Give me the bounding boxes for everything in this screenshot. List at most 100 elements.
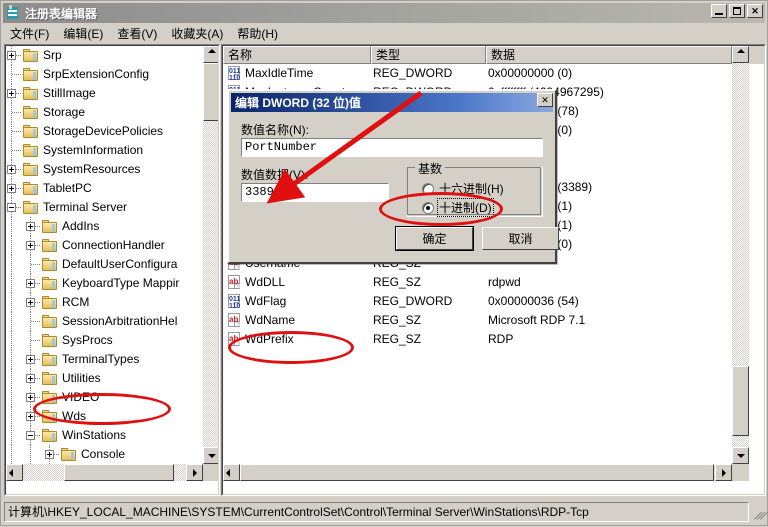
expand-icon[interactable] bbox=[26, 412, 35, 421]
value-type-cell: REG_DWORD bbox=[373, 294, 453, 308]
collapse-icon[interactable] bbox=[26, 431, 35, 440]
collapse-icon[interactable] bbox=[7, 203, 16, 212]
values-vscroll-thumb[interactable] bbox=[732, 366, 749, 436]
dialog-title: 编辑 DWORD (32 位)值 bbox=[235, 96, 362, 110]
tree-item-keyboardtype-mappir[interactable]: KeyboardType Mappir bbox=[6, 274, 203, 293]
table-row[interactable]: ab WdName REG_SZ Microsoft RDP 7.1 bbox=[223, 311, 732, 330]
tree-scroll-left-button[interactable] bbox=[6, 464, 23, 481]
values-hscroll-thumb[interactable] bbox=[240, 464, 714, 481]
column-header-data[interactable]: 数据 bbox=[486, 46, 732, 64]
value-data-input[interactable]: 3389 bbox=[241, 183, 389, 202]
value-name-input[interactable]: PortNumber bbox=[241, 138, 543, 157]
tree-guide-line bbox=[11, 331, 12, 350]
folder-icon bbox=[42, 429, 58, 442]
expand-icon[interactable] bbox=[26, 374, 35, 383]
table-row[interactable]: 011 110 WdFlag REG_DWORD 0x00000036 (54) bbox=[223, 292, 732, 311]
tree-scroll-down-button[interactable] bbox=[203, 447, 218, 464]
folder-icon bbox=[42, 372, 58, 385]
tree-item-label: SysProcs bbox=[62, 333, 113, 347]
tree-hscrollbar[interactable] bbox=[6, 464, 203, 481]
tree-item-srpextensionconfig[interactable]: SrpExtensionConfig bbox=[6, 65, 203, 84]
value-name-cell: WdFlag bbox=[245, 294, 287, 308]
registry-editor-icon bbox=[5, 5, 21, 21]
tree-item-label: Console bbox=[81, 447, 126, 461]
menu-favorites[interactable]: 收藏夹(A) bbox=[164, 23, 230, 44]
values-scroll-right-button[interactable] bbox=[715, 464, 732, 481]
maximize-button[interactable] bbox=[729, 4, 745, 18]
expand-icon[interactable] bbox=[26, 298, 35, 307]
values-vscrollbar[interactable] bbox=[732, 46, 749, 464]
values-scroll-left-button[interactable] bbox=[223, 464, 240, 481]
tree-item-rcm[interactable]: RCM bbox=[6, 293, 203, 312]
menu-edit[interactable]: 编辑(E) bbox=[56, 23, 110, 44]
tree-guide-line bbox=[30, 445, 31, 464]
tree-item-defaultuserconfigura[interactable]: DefaultUserConfigura bbox=[6, 255, 203, 274]
dialog-close-button[interactable]: ✕ bbox=[537, 93, 553, 107]
tree-scroll-up-button[interactable] bbox=[203, 46, 218, 63]
minimize-button[interactable] bbox=[711, 4, 727, 18]
tree-item-tabletpc[interactable]: TabletPC bbox=[6, 179, 203, 198]
tree-item-srp[interactable]: Srp bbox=[6, 46, 203, 65]
registry-tree-pane: Srp SrpExtensionConfig StillImage Storage St… bbox=[4, 44, 220, 496]
value-name-cell: WdName bbox=[245, 313, 296, 327]
tree-item-terminal-server[interactable]: Terminal Server bbox=[6, 198, 203, 217]
registry-editor-window: 注册表编辑器 ✕ 文件(F) 编辑(E) 查看(V) 收藏夹(A) 帮助(H) … bbox=[0, 0, 768, 526]
tree-item-label: Terminal Server bbox=[43, 200, 128, 214]
value-name-cell: WdDLL bbox=[245, 275, 286, 289]
folder-icon bbox=[42, 220, 58, 233]
expand-icon[interactable] bbox=[26, 393, 35, 402]
resize-grip[interactable] bbox=[751, 507, 768, 521]
expand-icon[interactable] bbox=[26, 241, 35, 250]
expand-icon[interactable] bbox=[26, 222, 35, 231]
tree-item-terminaltypes[interactable]: TerminalTypes bbox=[6, 350, 203, 369]
tree-connector-line bbox=[31, 321, 40, 322]
tree-item-label: StillImage bbox=[43, 86, 96, 100]
tree-vscrollbar[interactable] bbox=[203, 46, 218, 464]
menu-view[interactable]: 查看(V) bbox=[110, 23, 164, 44]
tree-guide-line bbox=[11, 426, 12, 445]
tree-item-systemresources[interactable]: SystemResources bbox=[6, 160, 203, 179]
menu-help[interactable]: 帮助(H) bbox=[230, 23, 285, 44]
close-button[interactable]: ✕ bbox=[747, 4, 763, 18]
tree-item-console[interactable]: Console bbox=[6, 445, 203, 464]
tree-guide-line bbox=[11, 350, 12, 369]
tree-vscroll-thumb[interactable] bbox=[203, 63, 218, 121]
tree-item-storage[interactable]: Storage bbox=[6, 103, 203, 122]
cancel-button[interactable]: 取消 bbox=[482, 227, 559, 250]
expand-icon[interactable] bbox=[7, 89, 16, 98]
tree-scroll-right-button[interactable] bbox=[186, 464, 203, 481]
tree-item-addins[interactable]: AddIns bbox=[6, 217, 203, 236]
expand-icon[interactable] bbox=[26, 279, 35, 288]
column-header-name[interactable]: 名称 bbox=[223, 46, 371, 64]
menu-file[interactable]: 文件(F) bbox=[3, 23, 56, 44]
expand-icon[interactable] bbox=[7, 184, 16, 193]
expand-icon[interactable] bbox=[7, 165, 16, 174]
expand-icon[interactable] bbox=[7, 51, 16, 60]
tree-item-storagedevicepolicies[interactable]: StorageDevicePolicies bbox=[6, 122, 203, 141]
table-row[interactable]: ab WdDLL REG_SZ rdpwd bbox=[223, 273, 732, 292]
values-hscrollbar[interactable] bbox=[223, 464, 732, 481]
table-row[interactable]: 011 110 MaxIdleTime REG_DWORD 0x00000000 (0) bbox=[223, 64, 732, 83]
folder-icon bbox=[42, 334, 58, 347]
ok-button[interactable]: 确定 bbox=[396, 227, 473, 250]
value-name-cell: MaxIdleTime bbox=[245, 66, 314, 80]
value-type-cell: REG_DWORD bbox=[373, 66, 453, 80]
tree-item-systeminformation[interactable]: SystemInformation bbox=[6, 141, 203, 160]
ellipse-rdp-tcp-node-icon bbox=[33, 393, 171, 425]
tree-item-label: Storage bbox=[43, 105, 86, 119]
values-scroll-down-button[interactable] bbox=[732, 447, 749, 464]
values-scroll-up-button[interactable] bbox=[732, 46, 749, 63]
value-data-cell: Microsoft RDP 7.1 bbox=[488, 313, 586, 327]
tree-item-label: StorageDevicePolicies bbox=[43, 124, 164, 138]
tree-item-sysprocs[interactable]: SysProcs bbox=[6, 331, 203, 350]
tree-item-stillimage[interactable]: StillImage bbox=[6, 84, 203, 103]
folder-icon bbox=[42, 258, 58, 271]
tree-item-winstations[interactable]: WinStations bbox=[6, 426, 203, 445]
tree-item-sessionarbitrationhel[interactable]: SessionArbitrationHel bbox=[6, 312, 203, 331]
tree-item-connectionhandler[interactable]: ConnectionHandler bbox=[6, 236, 203, 255]
expand-icon[interactable] bbox=[26, 355, 35, 364]
tree-hscroll-thumb[interactable] bbox=[64, 464, 174, 481]
expand-icon[interactable] bbox=[45, 450, 54, 459]
tree-item-utilities[interactable]: Utilities bbox=[6, 369, 203, 388]
column-header-type[interactable]: 类型 bbox=[371, 46, 486, 64]
